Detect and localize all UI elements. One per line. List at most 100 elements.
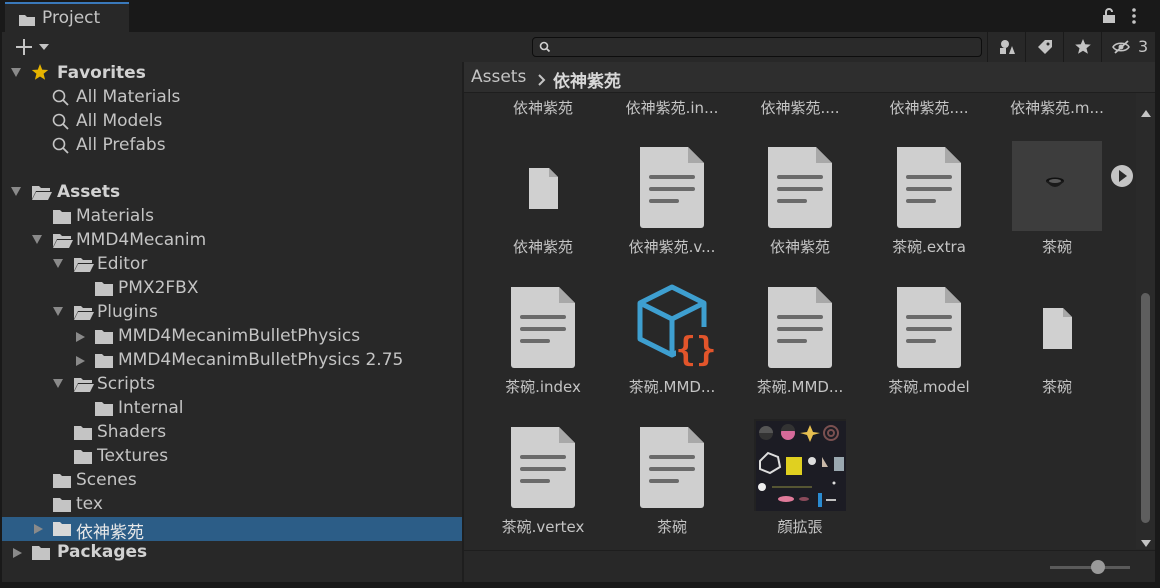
search-by-label-button[interactable] bbox=[1025, 32, 1064, 62]
hidden-packages-button[interactable]: 3 bbox=[1101, 32, 1155, 62]
asset-item[interactable]: 茶碗 bbox=[993, 133, 1133, 273]
model-preview-icon bbox=[1012, 141, 1104, 231]
collapse-arrow-icon[interactable] bbox=[76, 332, 85, 342]
text-file-icon bbox=[636, 423, 708, 509]
tab-bar: Project bbox=[2, 2, 1155, 32]
asset-label: 依神紫苑 bbox=[512, 238, 573, 256]
lock-icon[interactable] bbox=[1102, 8, 1116, 28]
tree-item-assets[interactable]: Assets bbox=[2, 181, 462, 205]
zoom-slider-thumb[interactable] bbox=[1091, 560, 1105, 574]
expand-arrow-icon[interactable] bbox=[11, 187, 21, 196]
zoom-slider-track[interactable] bbox=[1050, 566, 1130, 569]
asset-item[interactable]: 茶碗.index bbox=[479, 273, 607, 413]
tree-item-internal[interactable]: Internal bbox=[2, 397, 462, 421]
asset-label: 顔拡張 bbox=[777, 518, 823, 536]
tree-item-all-materials[interactable]: All Materials bbox=[2, 86, 462, 110]
asset-item[interactable]: 茶碗.extra bbox=[865, 133, 993, 273]
folder-open-icon bbox=[73, 376, 95, 398]
asset-item[interactable]: 依神紫苑 bbox=[736, 133, 864, 273]
breadcrumb-assets[interactable]: Assets bbox=[471, 67, 526, 87]
asset-item[interactable]: 茶碗 bbox=[993, 273, 1121, 413]
text-file-icon bbox=[507, 283, 579, 369]
search-icon bbox=[539, 40, 551, 59]
asset-label[interactable]: 依神紫苑.in... bbox=[608, 97, 736, 118]
asset-item[interactable]: 茶碗.vertex bbox=[479, 413, 607, 549]
plus-icon bbox=[16, 39, 49, 55]
tree-label: 依神紫苑 bbox=[76, 523, 144, 543]
scroll-up-icon[interactable] bbox=[1141, 102, 1151, 121]
asset-item[interactable]: 茶碗.model bbox=[865, 273, 993, 413]
collapse-arrow-icon[interactable] bbox=[76, 356, 85, 366]
tree-item-packages[interactable]: Packages bbox=[2, 541, 462, 565]
tree-label: All Materials bbox=[76, 87, 181, 107]
folder-icon bbox=[73, 424, 93, 446]
asset-label[interactable]: 依神紫苑.... bbox=[736, 97, 864, 118]
tree-item-all-prefabs[interactable]: All Prefabs bbox=[2, 134, 462, 158]
folder-icon bbox=[94, 400, 114, 422]
expand-arrow-icon[interactable] bbox=[53, 307, 63, 316]
asset-item[interactable]: 顔拡張 bbox=[736, 413, 864, 549]
tree-label: Scripts bbox=[97, 374, 156, 394]
collapse-arrow-icon[interactable] bbox=[13, 548, 22, 558]
play-preview-icon[interactable] bbox=[1110, 164, 1134, 192]
tree-item-bulletphysics[interactable]: MMD4MecanimBulletPhysics bbox=[2, 325, 462, 349]
tree-item-tex[interactable]: tex bbox=[2, 493, 462, 517]
tree-label: MMD4MecanimBulletPhysics 2.75 bbox=[118, 350, 404, 370]
asset-item[interactable]: {} 茶碗.MMD... bbox=[608, 273, 736, 413]
shapes-icon bbox=[1000, 40, 1015, 54]
search-by-type-button[interactable] bbox=[987, 32, 1026, 62]
asset-label[interactable]: 依神紫苑.m... bbox=[993, 97, 1121, 118]
bottom-bar bbox=[464, 550, 1155, 582]
tree-label: PMX2FBX bbox=[118, 278, 199, 298]
scrollbar-thumb[interactable] bbox=[1141, 293, 1150, 523]
tree-item-plugins[interactable]: Plugins bbox=[2, 301, 462, 325]
tree-item-pmx2fbx[interactable]: PMX2FBX bbox=[2, 277, 462, 301]
asset-label: 茶碗.MMD... bbox=[628, 378, 716, 396]
search-icon bbox=[52, 89, 70, 112]
tree-item-scenes[interactable]: Scenes bbox=[2, 469, 462, 493]
toolbar: 3 bbox=[2, 32, 1155, 63]
search-input[interactable] bbox=[553, 39, 977, 57]
favorite-search-button[interactable] bbox=[1063, 32, 1102, 62]
tree-item-textures[interactable]: Textures bbox=[2, 445, 462, 469]
create-button[interactable] bbox=[12, 35, 54, 59]
asset-item[interactable]: 依神紫苑 bbox=[479, 133, 607, 273]
asset-item[interactable]: 茶碗 bbox=[608, 413, 736, 549]
project-window: Project 3 Favorites All Materials All Mo… bbox=[2, 2, 1155, 582]
breadcrumb-current[interactable]: 依神紫苑 bbox=[553, 67, 621, 92]
tree-item-editor[interactable]: Editor bbox=[2, 253, 462, 277]
asset-item[interactable]: 茶碗.MMD... bbox=[736, 273, 864, 413]
asset-item[interactable]: 依神紫苑.v... bbox=[608, 133, 736, 273]
text-file-icon bbox=[764, 143, 836, 229]
tree-label: Packages bbox=[57, 542, 148, 562]
folder-open-icon bbox=[31, 184, 53, 206]
asset-label[interactable]: 依神紫苑.... bbox=[865, 97, 993, 118]
tree-item-mmd4mecanim[interactable]: MMD4Mecanim bbox=[2, 229, 462, 253]
tree-item-all-models[interactable]: All Models bbox=[2, 110, 462, 134]
collapse-arrow-icon[interactable] bbox=[34, 524, 43, 534]
tree-item-scripts[interactable]: Scripts bbox=[2, 373, 462, 397]
folder-icon bbox=[18, 12, 36, 31]
json-cube-icon: {} bbox=[636, 283, 716, 370]
expand-arrow-icon[interactable] bbox=[11, 68, 21, 77]
asset-label: 茶碗 bbox=[1041, 238, 1072, 256]
search-icon bbox=[52, 137, 70, 160]
tree-item-bulletphysics-275[interactable]: MMD4MecanimBulletPhysics 2.75 bbox=[2, 349, 462, 373]
search-icon bbox=[52, 113, 70, 136]
tree-item-yorigami-shion[interactable]: 依神紫苑 bbox=[2, 517, 462, 543]
asset-label[interactable]: 依神紫苑 bbox=[479, 97, 607, 118]
tab-project[interactable]: Project bbox=[5, 2, 129, 32]
folder-icon bbox=[52, 520, 72, 542]
more-options-icon[interactable] bbox=[1131, 8, 1137, 28]
text-file-icon bbox=[893, 143, 965, 229]
expand-arrow-icon[interactable] bbox=[53, 259, 63, 268]
folder-open-icon bbox=[52, 232, 74, 254]
expand-arrow-icon[interactable] bbox=[53, 379, 63, 388]
tree-item-shaders[interactable]: Shaders bbox=[2, 421, 462, 445]
search-field[interactable] bbox=[532, 37, 982, 57]
expand-arrow-icon[interactable] bbox=[32, 235, 42, 244]
tree-label: Favorites bbox=[57, 63, 146, 83]
vertical-scrollbar[interactable] bbox=[1136, 93, 1155, 549]
tree-item-materials[interactable]: Materials bbox=[2, 205, 462, 229]
tree-item-favorites[interactable]: Favorites bbox=[2, 62, 462, 86]
